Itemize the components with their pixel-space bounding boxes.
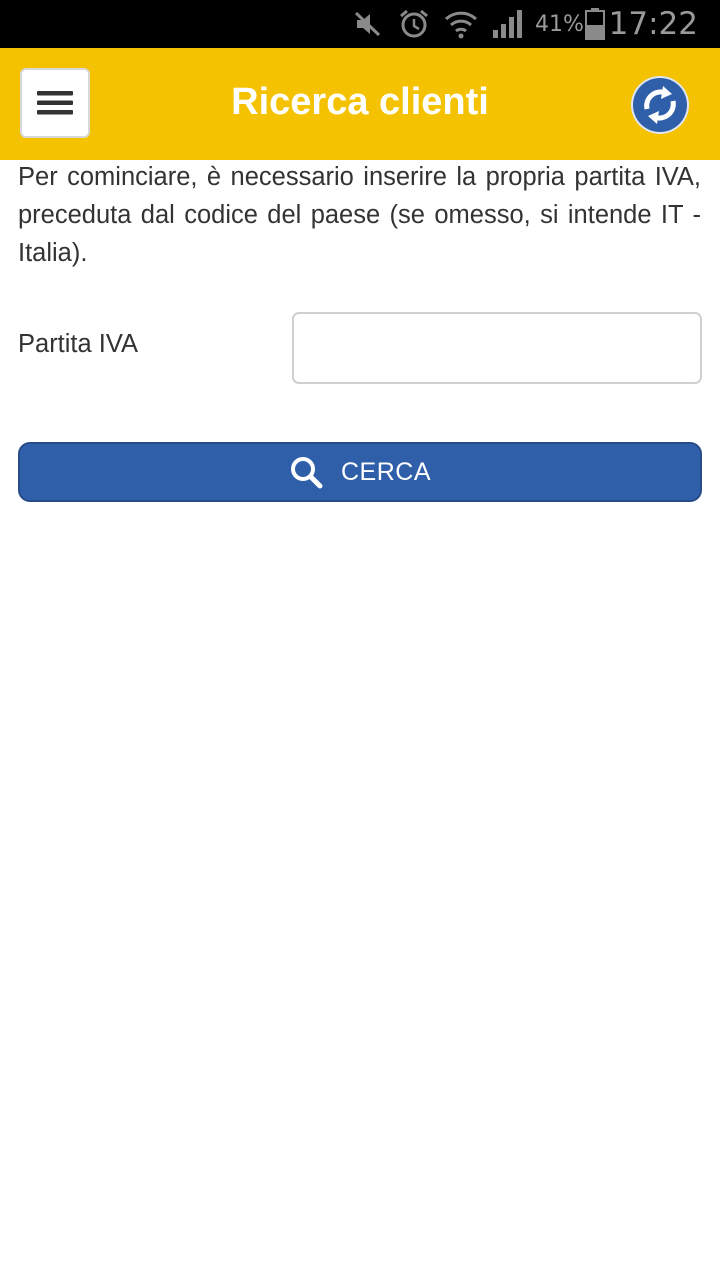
mute-icon (350, 0, 384, 48)
vat-number-input[interactable] (292, 312, 702, 384)
refresh-button[interactable] (630, 75, 690, 135)
search-button-label: CERCA (340, 457, 431, 486)
search-icon (289, 455, 323, 489)
alarm-icon (396, 0, 432, 48)
refresh-icon (630, 75, 690, 135)
vat-field-label: Partita IVA (18, 330, 138, 358)
battery-percent: 41% (535, 11, 584, 37)
app-bar: Ricerca clienti (0, 48, 720, 160)
intro-text: Per cominciare, è necessario inserire la… (18, 163, 701, 267)
status-bar: 41% 17:22 (0, 0, 720, 48)
menu-button[interactable] (20, 68, 90, 138)
clock: 17:22 (608, 6, 698, 42)
wifi-icon (443, 0, 479, 48)
search-button[interactable]: CERCA (18, 442, 702, 502)
page-title: Ricerca clienti (231, 80, 489, 123)
signal-icon (490, 0, 526, 48)
battery-icon (584, 0, 606, 48)
hamburger-menu-icon (36, 88, 74, 118)
